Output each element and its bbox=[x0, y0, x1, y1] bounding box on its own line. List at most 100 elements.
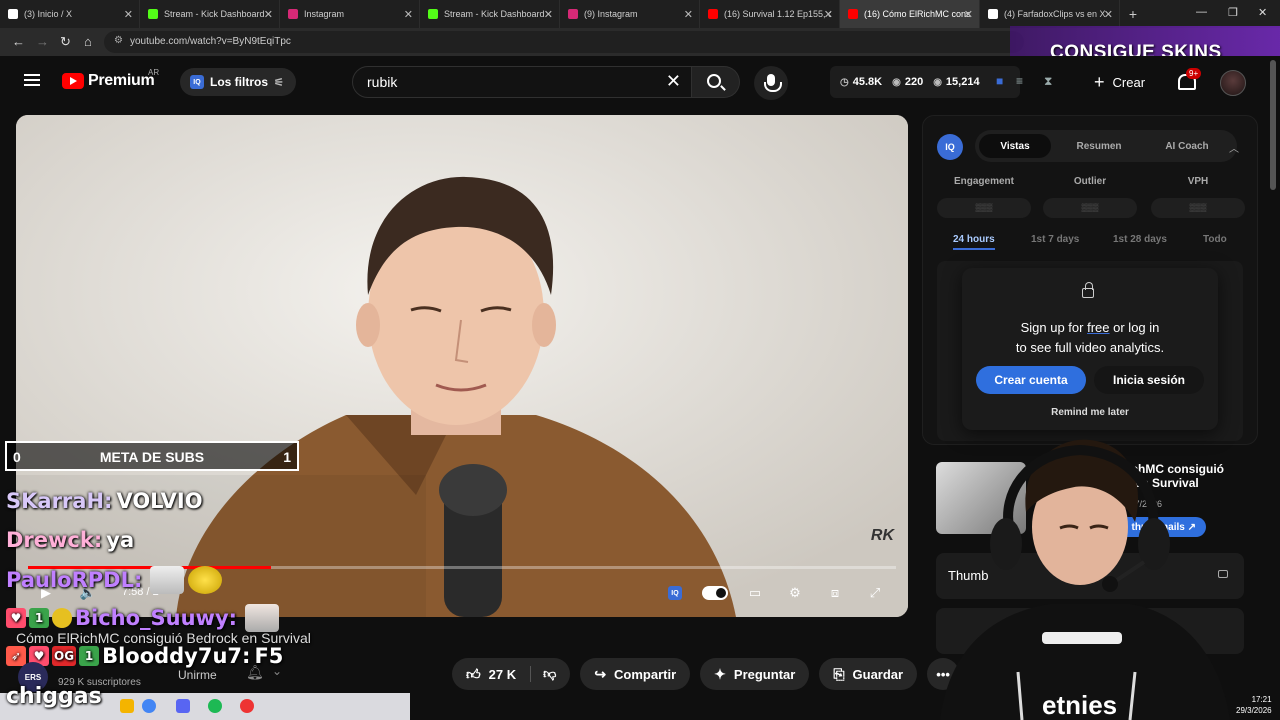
period-28d[interactable]: 1st 28 days bbox=[1113, 234, 1167, 245]
browser-tab[interactable]: (9) Instagram ✕ bbox=[560, 0, 700, 28]
metric-engagement-value: ▒▒▒ bbox=[937, 198, 1031, 218]
share-icon: ↪ bbox=[594, 665, 607, 682]
save-label: Guardar bbox=[852, 666, 904, 682]
close-tab-icon[interactable]: ✕ bbox=[264, 8, 273, 21]
signup-free-link[interactable]: free bbox=[1087, 320, 1109, 335]
subtitles-icon[interactable]: ▭ bbox=[744, 581, 766, 605]
logo-text: Premium bbox=[88, 72, 155, 89]
collapse-icon[interactable]: ︿ bbox=[1229, 140, 1239, 155]
stat-other: 15,214 bbox=[945, 76, 980, 88]
page-scrollbar[interactable] bbox=[1270, 60, 1276, 190]
close-tab-icon[interactable]: ✕ bbox=[684, 8, 693, 21]
spotify-icon[interactable] bbox=[208, 699, 222, 713]
close-tab-icon[interactable]: ✕ bbox=[1104, 8, 1113, 21]
ask-button[interactable]: ✦ Preguntar bbox=[700, 658, 810, 690]
chat-user: PauloRPDL: bbox=[6, 568, 143, 592]
voice-search-icon[interactable] bbox=[754, 66, 788, 100]
close-tab-icon[interactable]: ✕ bbox=[544, 8, 553, 21]
close-tab-icon[interactable]: ✕ bbox=[404, 8, 413, 21]
browser-tab[interactable]: (4) FarfadoxClips vs en X ✕ bbox=[980, 0, 1120, 28]
bell-icon[interactable]: 🔔︎ bbox=[246, 664, 264, 681]
signup-prompt: Sign up for free or log in to see full v… bbox=[962, 268, 1218, 430]
instagram-logo-icon bbox=[288, 9, 298, 19]
minimize-icon[interactable]: — bbox=[1196, 6, 1207, 18]
iq-icon: IQ bbox=[190, 75, 204, 89]
share-button[interactable]: ↪ Compartir bbox=[580, 658, 691, 690]
account-avatar[interactable] bbox=[1220, 70, 1246, 96]
eye-icon: ◉ bbox=[933, 76, 942, 88]
folder-icon[interactable] bbox=[120, 699, 134, 713]
filters-label: Los filtros bbox=[210, 75, 269, 89]
forward-icon[interactable]: → bbox=[36, 34, 49, 49]
browser-tab-label: Instagram bbox=[304, 9, 345, 19]
theater-mode-icon[interactable]: ⧈ bbox=[824, 581, 846, 605]
filters-button[interactable]: IQ Los filtros ⚟ bbox=[180, 68, 296, 96]
signup-text: Sign up for bbox=[1020, 320, 1084, 335]
list-icon[interactable]: ≡ bbox=[1016, 74, 1023, 88]
discord-icon[interactable] bbox=[176, 699, 190, 713]
chat-message: ➶ ♥ OG 1 Blooddy7u7: F5 bbox=[6, 644, 283, 668]
maximize-icon[interactable]: ❐ bbox=[1228, 6, 1238, 19]
close-tab-icon[interactable]: ✕ bbox=[124, 8, 133, 21]
clear-search-icon[interactable]: ✕ bbox=[666, 71, 681, 92]
back-icon[interactable]: ← bbox=[12, 34, 25, 49]
login-button[interactable]: Inicia sesión bbox=[1094, 366, 1204, 394]
site-info-icon[interactable]: ⚙ bbox=[114, 35, 123, 46]
youtube-logo-icon bbox=[708, 9, 718, 19]
browser-tab-bar: (3) Inicio / X ✕ Stream - Kick Dashboard ✕ I… bbox=[0, 0, 1280, 28]
autoplay-toggle[interactable] bbox=[702, 581, 728, 605]
close-window-icon[interactable]: ✕ bbox=[1258, 6, 1267, 19]
eye-icon: ◉ bbox=[892, 76, 901, 88]
chat-message: PauloRPDL: bbox=[6, 566, 223, 594]
iq-player-icon[interactable]: IQ bbox=[664, 581, 686, 605]
period-24h[interactable]: 24 hours bbox=[953, 234, 995, 250]
home-icon[interactable]: ⌂ bbox=[84, 34, 92, 49]
obs-icon[interactable] bbox=[240, 699, 254, 713]
clock-date: 29/3/2026 bbox=[1236, 706, 1272, 715]
search-input[interactable]: rubik ✕ bbox=[352, 66, 692, 98]
chat-user: SKarraH: bbox=[6, 489, 113, 513]
address-bar[interactable]: ⚙ youtube.com/watch?v=ByN9tEqiTpc bbox=[104, 31, 1024, 53]
youtube-premium-logo[interactable]: Premium AR bbox=[62, 68, 159, 90]
period-7d[interactable]: 1st 7 days bbox=[1031, 234, 1079, 245]
thumbs-up-icon: 👍︎ bbox=[466, 665, 481, 682]
like-button[interactable]: 👍︎ 27 K 👎︎ bbox=[452, 658, 571, 690]
browser-tab-label: Stream - Kick Dashboard bbox=[164, 9, 265, 19]
chevron-down-icon[interactable]: ⌄ bbox=[272, 664, 282, 678]
remind-later-link[interactable]: Remind me later bbox=[962, 407, 1218, 418]
period-all[interactable]: Todo bbox=[1203, 234, 1227, 245]
hourglass-icon[interactable]: ⧗ bbox=[1044, 74, 1052, 89]
close-tab-icon[interactable]: ✕ bbox=[964, 8, 973, 21]
settings-icon[interactable]: ⚙ bbox=[784, 581, 806, 605]
thumbs-down-icon[interactable]: 👎︎ bbox=[530, 666, 556, 682]
browser-tab[interactable]: Stream - Kick Dashboard ✕ bbox=[420, 0, 560, 28]
browser-tab-label: Stream - Kick Dashboard bbox=[444, 9, 545, 19]
chat-message: Drewck: ya bbox=[6, 528, 134, 552]
browser-tab[interactable]: Stream - Kick Dashboard ✕ bbox=[140, 0, 280, 28]
system-clock: 17:21 29/3/2026 bbox=[1236, 694, 1272, 716]
save-button[interactable]: ⎘ Guardar bbox=[819, 658, 918, 690]
lock-icon bbox=[1082, 282, 1094, 298]
iq-extension-icon[interactable]: ■ bbox=[996, 74, 1003, 88]
chrome-icon[interactable] bbox=[142, 699, 156, 713]
close-tab-icon[interactable]: ✕ bbox=[824, 8, 833, 21]
join-button[interactable]: Unirme bbox=[178, 668, 217, 682]
channel-stats-widget[interactable]: ◷ 45.8K ◉ 220 ◉ 15,214 bbox=[830, 66, 1020, 98]
menu-icon[interactable] bbox=[24, 74, 40, 86]
fullscreen-icon[interactable]: ⤢ bbox=[864, 581, 886, 605]
create-button[interactable]: + Crear bbox=[1094, 72, 1145, 93]
tab-resumen[interactable]: Resumen bbox=[1057, 134, 1141, 158]
browser-tab[interactable]: Instagram ✕ bbox=[280, 0, 420, 28]
chat-text: VOLVIO bbox=[116, 489, 203, 513]
tab-ai-coach[interactable]: AI Coach bbox=[1145, 134, 1229, 158]
new-tab-button[interactable]: + bbox=[1120, 6, 1146, 22]
browser-tab[interactable]: (3) Inicio / X ✕ bbox=[0, 0, 140, 28]
sub-goal-label: META DE SUBS bbox=[99, 449, 205, 465]
tab-vistas[interactable]: Vistas bbox=[979, 134, 1051, 158]
create-account-button[interactable]: Crear cuenta bbox=[976, 366, 1086, 394]
browser-tab[interactable]: (16) Survival 1.12 Ep155, c ✕ bbox=[700, 0, 840, 28]
reload-icon[interactable]: ↻ bbox=[60, 34, 71, 50]
video-title: Cómo ElRichMC consiguió Bedrock en Survi… bbox=[16, 630, 311, 646]
browser-tab[interactable]: (16) Cómo ElRichMC cons ✕ bbox=[840, 0, 980, 28]
search-button[interactable] bbox=[692, 66, 740, 98]
